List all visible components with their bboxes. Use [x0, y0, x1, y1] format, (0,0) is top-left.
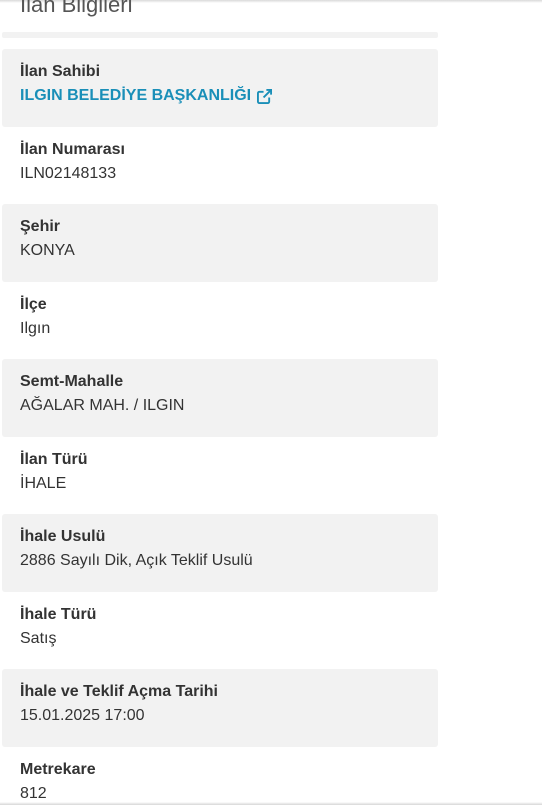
section-title: İlan Bilgileri: [20, 0, 133, 17]
sehir-label: Şehir: [20, 218, 61, 235]
detail-row-ihale-usulu: İhale Usulü 2886 Sayılı Dik, Açık Teklif…: [2, 514, 438, 592]
detail-row-ilan-turu: İlan Türü İHALE: [2, 436, 438, 514]
semt-mahalle-value: AĞALAR MAH. / ILGIN: [20, 397, 185, 414]
ihale-usulu-value: 2886 Sayılı Dik, Açık Teklif Usulü: [20, 552, 253, 569]
ilce-label: İlçe: [20, 295, 47, 313]
external-link-icon: [257, 88, 273, 104]
detail-row-owner: İlan Sahibi ILGIN BELEDİYE BAŞKANLIĞI: [2, 49, 438, 127]
ihale-turu-label: İhale Türü: [20, 605, 97, 623]
detail-row-ihale-turu: İhale Türü Satış: [2, 591, 438, 669]
detail-row-sehir: Şehir KONYA: [2, 204, 438, 282]
detail-row-semt-mahalle: Semt-Mahalle AĞALAR MAH. / ILGIN: [2, 359, 438, 437]
ihale-turu-value: Satış: [20, 629, 57, 647]
ilan-numarasi-value: ILN02148133: [20, 164, 117, 182]
ilan-numarasi-label: İlan Numarası: [20, 140, 125, 158]
owner-label: İlan Sahibi: [20, 63, 101, 80]
ihale-tarihi-label: İhale ve Teklif Açma Tarihi: [20, 683, 218, 700]
semt-mahalle-label: Semt-Mahalle: [20, 373, 124, 390]
owner-name: ILGIN BELEDİYE BAŞKANLIĞI: [20, 87, 252, 104]
details-list: İlan Sahibi ILGIN BELEDİYE BAŞKANLIĞI İl…: [2, 49, 438, 805]
listing-details-panel: İlan Bilgileri İlan Sahibi ILGIN BELEDİY…: [0, 0, 542, 805]
ilce-value: Ilgın: [20, 319, 51, 337]
detail-row-metrekare: Metrekare 812: [2, 746, 438, 805]
sehir-value: KONYA: [20, 242, 75, 259]
ihale-usulu-label: İhale Usulü: [20, 528, 106, 545]
ilan-turu-value: İHALE: [20, 474, 67, 492]
section-divider: [2, 32, 438, 38]
ihale-tarihi-value: 15.01.2025 17:00: [20, 707, 145, 724]
ilan-turu-label: İlan Türü: [20, 450, 88, 468]
metrekare-label: Metrekare: [20, 760, 96, 778]
detail-row-ilce: İlçe Ilgın: [2, 281, 438, 359]
owner-link[interactable]: ILGIN BELEDİYE BAŞKANLIĞI: [20, 85, 273, 107]
detail-row-ilan-numarasi: İlan Numarası ILN02148133: [2, 126, 438, 204]
detail-row-ihale-tarihi: İhale ve Teklif Açma Tarihi 15.01.2025 1…: [2, 669, 438, 747]
